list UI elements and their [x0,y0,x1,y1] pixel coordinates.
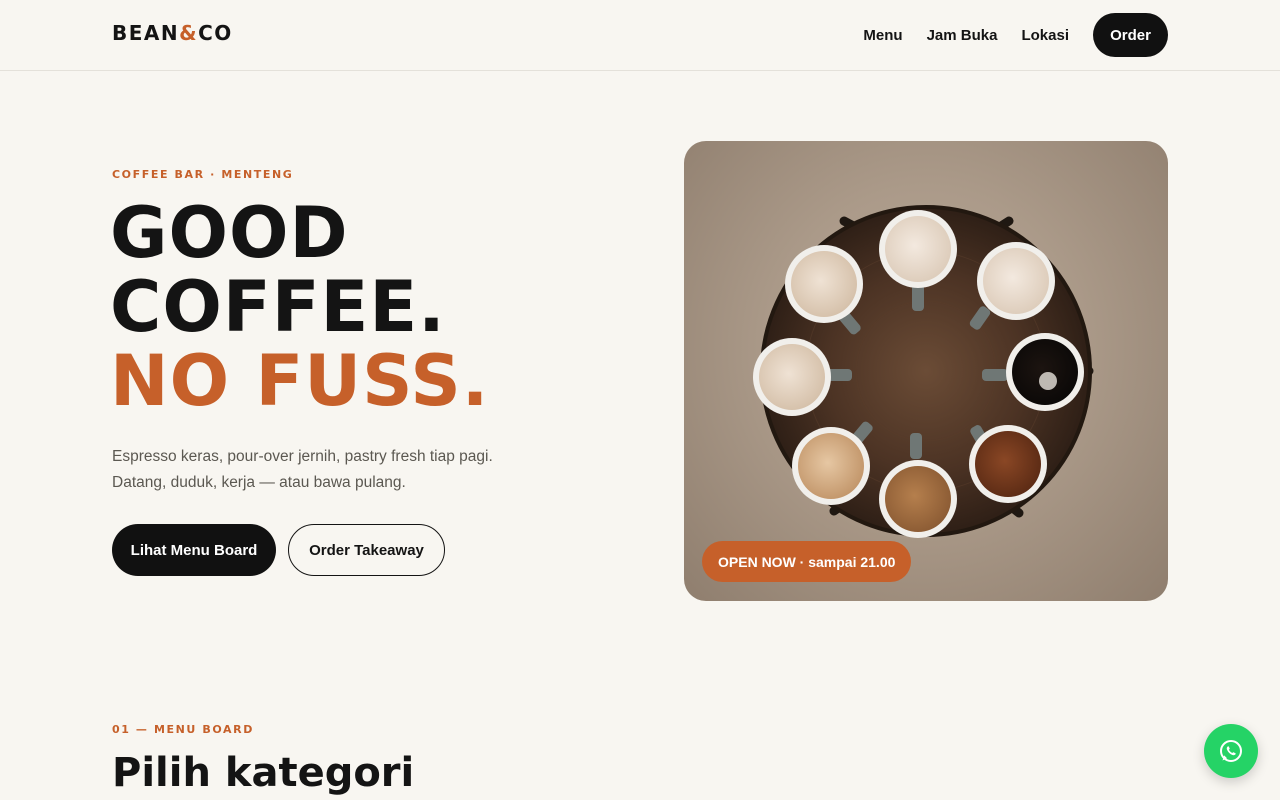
order-takeaway-button[interactable]: Order Takeaway [288,524,445,576]
order-button[interactable]: Order [1093,13,1168,57]
hero-headline: GOOD COFFEE. NO FUSS. [110,196,489,418]
hero-image: OPEN NOW · sampai 21.00 [684,141,1168,601]
logo-text-co: CO [198,21,233,45]
main-nav: Menu Jam Buka Lokasi Order [863,13,1168,57]
view-menu-board-button[interactable]: Lihat Menu Board [112,524,276,576]
whatsapp-icon [1220,740,1242,762]
nav-link-menu[interactable]: Menu [863,27,902,44]
brand-logo[interactable]: BEAN&CO [112,21,233,45]
hero-eyebrow: COFFEE BAR · MENTENG [112,168,294,181]
menu-section-eyebrow: 01 — MENU BOARD [112,723,254,736]
hero-lead: Espresso keras, pour-over jernih, pastry… [112,444,552,496]
headline-line-2: COFFEE. [110,266,446,348]
logo-ampersand: & [179,21,199,45]
headline-line-1: GOOD [110,192,349,274]
site-header: BEAN&CO Menu Jam Buka Lokasi Order [0,0,1280,71]
menu-section-title: Pilih kategori [112,750,415,796]
nav-link-lokasi[interactable]: Lokasi [1021,27,1069,44]
lead-line-1: Espresso keras, pour-over jernih, pastry… [112,448,493,465]
lead-line-2: Datang, duduk, kerja — atau bawa pulang. [112,474,406,491]
headline-line-3: NO FUSS. [110,340,490,422]
logo-text-bean: BEAN [112,21,180,45]
open-status-badge: OPEN NOW · sampai 21.00 [702,541,912,582]
whatsapp-button[interactable] [1204,724,1258,778]
nav-link-jam-buka[interactable]: Jam Buka [927,27,998,44]
coffee-cups-photo [753,205,1094,538]
